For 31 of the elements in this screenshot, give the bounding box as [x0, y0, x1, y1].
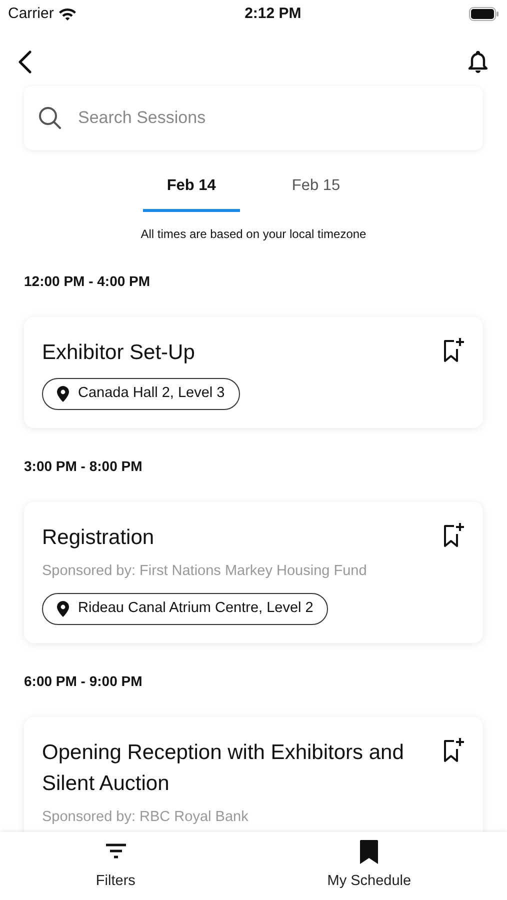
- date-tab[interactable]: Feb 15: [268, 164, 364, 212]
- timezone-note: All times are based on your local timezone: [140, 226, 368, 244]
- bookmark-add-icon[interactable]: [443, 522, 465, 548]
- battery-icon: [468, 7, 499, 21]
- date-tab[interactable]: Feb 14: [142, 164, 240, 212]
- time-range-label: 6:00 PM - 9:00 PM: [24, 672, 144, 691]
- search-field[interactable]: Search Sessions: [24, 86, 483, 150]
- bookmark-add-icon[interactable]: [443, 736, 465, 763]
- bookmark-add-icon[interactable]: [443, 337, 465, 364]
- session-card[interactable]: Registration Sponsored by: First Nations Markey Housing Fund Rideau Canal Atrium Centre, Level 2: [24, 502, 483, 643]
- location-pin-icon: [57, 386, 69, 402]
- sponsor-text: Sponsored by: RBC Royal Bank: [42, 808, 250, 827]
- my-schedule-button[interactable]: My Schedule: [327, 839, 412, 893]
- sponsor-text: Sponsored by: First Nations Markey Housing Fund: [42, 562, 368, 582]
- session-title: Registration: [42, 525, 154, 552]
- session-card[interactable]: Opening Reception with Exhibitors and Silent Auction Sponsored by: RBC Royal Bank: [24, 716, 483, 832]
- time-range-label: 3:00 PM - 8:00 PM: [24, 457, 144, 476]
- back-button[interactable]: [18, 50, 32, 74]
- clock: 2:12 PM: [244, 4, 302, 24]
- session-card[interactable]: Exhibitor Set-Up Canada Hall 2, Level 3: [24, 317, 483, 428]
- time-range-label: 12:00 PM - 4:00 PM: [24, 272, 152, 292]
- bookmark-icon: [359, 839, 380, 866]
- session-title: Exhibitor Set-Up: [42, 340, 195, 366]
- session-title: Opening Reception with Exhibitors and Silent Auction: [42, 740, 405, 797]
- location-pin-icon: [57, 600, 69, 617]
- location-text: Canada Hall 2, Level 3: [78, 384, 225, 404]
- carrier-label: Carrier: [8, 4, 54, 24]
- notification-bell-icon[interactable]: [467, 50, 489, 74]
- wifi-icon: [58, 7, 77, 21]
- location-text: Rideau Canal Atrium Centre, Level 2: [78, 598, 314, 618]
- filters-button[interactable]: Filters: [96, 839, 136, 893]
